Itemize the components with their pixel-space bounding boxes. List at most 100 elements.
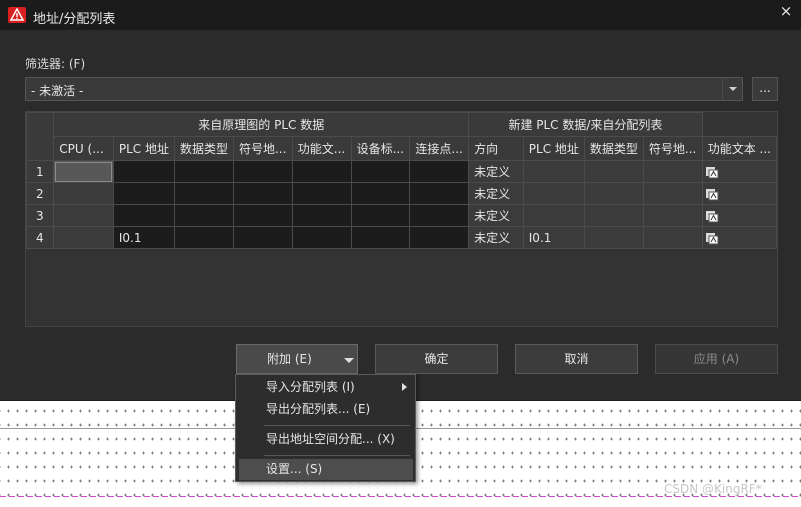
menu-separator [264, 425, 410, 426]
new-plc-address-cell[interactable]: I0.1 [522, 226, 585, 249]
column-header[interactable]: 功能文本 ... [701, 136, 778, 161]
apply-button[interactable]: 应用 (A) [655, 344, 778, 374]
column-header[interactable]: 符号地... [232, 136, 293, 161]
app-logo-icon [8, 7, 26, 23]
data-type-cell[interactable] [173, 160, 234, 183]
function-text-icon [705, 188, 719, 200]
column-header[interactable]: PLC 地址 [112, 136, 175, 161]
direction-cell[interactable]: 未定义 [468, 182, 524, 205]
data-type-cell[interactable] [173, 182, 234, 205]
new-function-text-cell[interactable] [701, 226, 778, 249]
column-header[interactable]: PLC 地址 [522, 136, 585, 161]
column-header[interactable]: 符号地... [642, 136, 703, 161]
new-function-text-cell[interactable] [701, 182, 778, 205]
symbol-address-cell[interactable] [232, 204, 293, 227]
function-text-icon [705, 210, 719, 222]
connection-point-cell[interactable] [409, 204, 470, 227]
symbol-address-cell[interactable] [232, 182, 293, 205]
symbol-address-cell[interactable] [232, 160, 293, 183]
row-number[interactable]: 4 [25, 226, 55, 249]
new-data-type-cell[interactable] [583, 204, 644, 227]
device-tag-cell[interactable] [350, 182, 411, 205]
window-title: 地址/分配列表 [33, 12, 116, 27]
menu-item-label: 导入分配列表 (I) [266, 380, 355, 394]
plc-address-cell[interactable] [112, 160, 175, 183]
menu-separator [264, 455, 410, 456]
column-header[interactable]: 功能文... [291, 136, 352, 161]
function-text-cell[interactable] [291, 160, 352, 183]
row-number[interactable]: 2 [25, 182, 55, 205]
connection-point-cell[interactable] [409, 160, 470, 183]
cpu-cell[interactable] [53, 204, 114, 227]
data-type-cell[interactable] [173, 226, 234, 249]
row-number[interactable]: 3 [25, 204, 55, 227]
new-plc-address-cell[interactable] [522, 160, 585, 183]
new-symbol-address-cell[interactable] [642, 204, 703, 227]
chevron-down-icon [344, 358, 354, 363]
new-data-type-cell[interactable] [583, 226, 644, 249]
dropdown-button[interactable] [722, 78, 742, 100]
title-bar: 地址/分配列表 × [0, 0, 801, 30]
close-button[interactable]: × [774, 2, 798, 22]
function-text-cell[interactable] [291, 204, 352, 227]
new-symbol-address-cell[interactable] [642, 160, 703, 183]
data-type-cell[interactable] [173, 204, 234, 227]
new-symbol-address-cell[interactable] [642, 182, 703, 205]
filter-more-button[interactable]: ... [752, 77, 778, 101]
menu-item-import[interactable]: 导入分配列表 (I) [239, 377, 413, 398]
attach-button[interactable]: 附加 (E) [236, 344, 358, 374]
column-header[interactable]: 数据类型 [583, 136, 644, 161]
column-header[interactable]: CPU (... [53, 136, 114, 161]
plc-address-cell[interactable]: I0.1 [112, 226, 175, 249]
group-header-schematic: 来自原理图的 PLC 数据 [53, 112, 470, 137]
device-tag-cell[interactable] [350, 204, 411, 227]
direction-cell[interactable]: 未定义 [468, 226, 524, 249]
ok-button[interactable]: 确定 [375, 344, 498, 374]
device-tag-cell[interactable] [350, 226, 411, 249]
direction-cell[interactable]: 未定义 [468, 160, 524, 183]
function-text-cell[interactable] [291, 182, 352, 205]
connection-point-cell[interactable] [409, 182, 470, 205]
menu-item-export[interactable]: 导出分配列表... (E) [239, 399, 413, 420]
filter-value: - 未激活 - [31, 84, 84, 98]
table-row[interactable]: 2 未定义 [25, 182, 778, 205]
cpu-cell[interactable] [53, 160, 114, 183]
function-text-icon [705, 232, 719, 244]
screen: 地址/分配列表 × 筛选器: (F) - 未激活 - ... 来自原理图的 PL… [0, 0, 801, 507]
connection-point-cell[interactable] [409, 226, 470, 249]
device-tag-cell[interactable] [350, 160, 411, 183]
cancel-button[interactable]: 取消 [515, 344, 638, 374]
new-plc-address-cell[interactable] [522, 204, 585, 227]
new-data-type-cell[interactable] [583, 160, 644, 183]
symbol-address-cell[interactable] [232, 226, 293, 249]
new-symbol-address-cell[interactable] [642, 226, 703, 249]
column-header[interactable]: 连接点... [409, 136, 470, 161]
menu-item-settings[interactable]: 设置... (S) [239, 459, 413, 480]
menu-item-export-address-space[interactable]: 导出地址空间分配... (X) [239, 429, 413, 450]
new-data-type-cell[interactable] [583, 182, 644, 205]
assignment-grid: 来自原理图的 PLC 数据 新建 PLC 数据/来自分配列表 CPU (... … [25, 111, 778, 327]
function-text-icon [705, 166, 719, 178]
chevron-right-icon [402, 383, 407, 391]
plc-address-cell[interactable] [112, 204, 175, 227]
function-text-cell[interactable] [291, 226, 352, 249]
watermark: CSDN @KingRF* [664, 482, 762, 496]
new-function-text-cell[interactable] [701, 204, 778, 227]
filter-select[interactable]: - 未激活 - [25, 77, 743, 101]
column-header[interactable]: 数据类型 [173, 136, 234, 161]
table-row[interactable]: 3 未定义 [25, 204, 778, 227]
canvas-dashed-line [0, 496, 801, 497]
corner-cell[interactable] [25, 112, 55, 161]
new-function-text-cell[interactable] [701, 160, 778, 183]
cpu-cell[interactable] [53, 226, 114, 249]
table-row[interactable]: 4 I0.1 未定义 I0.1 [25, 226, 778, 249]
direction-cell[interactable]: 未定义 [468, 204, 524, 227]
column-header[interactable]: 设备标... [350, 136, 411, 161]
row-number[interactable]: 1 [25, 160, 55, 183]
cpu-cell[interactable] [53, 182, 114, 205]
chevron-down-icon [729, 87, 737, 91]
new-plc-address-cell[interactable] [522, 182, 585, 205]
table-row[interactable]: 1 未定义 [25, 160, 778, 183]
column-header[interactable]: 方向 [468, 136, 524, 161]
plc-address-cell[interactable] [112, 182, 175, 205]
